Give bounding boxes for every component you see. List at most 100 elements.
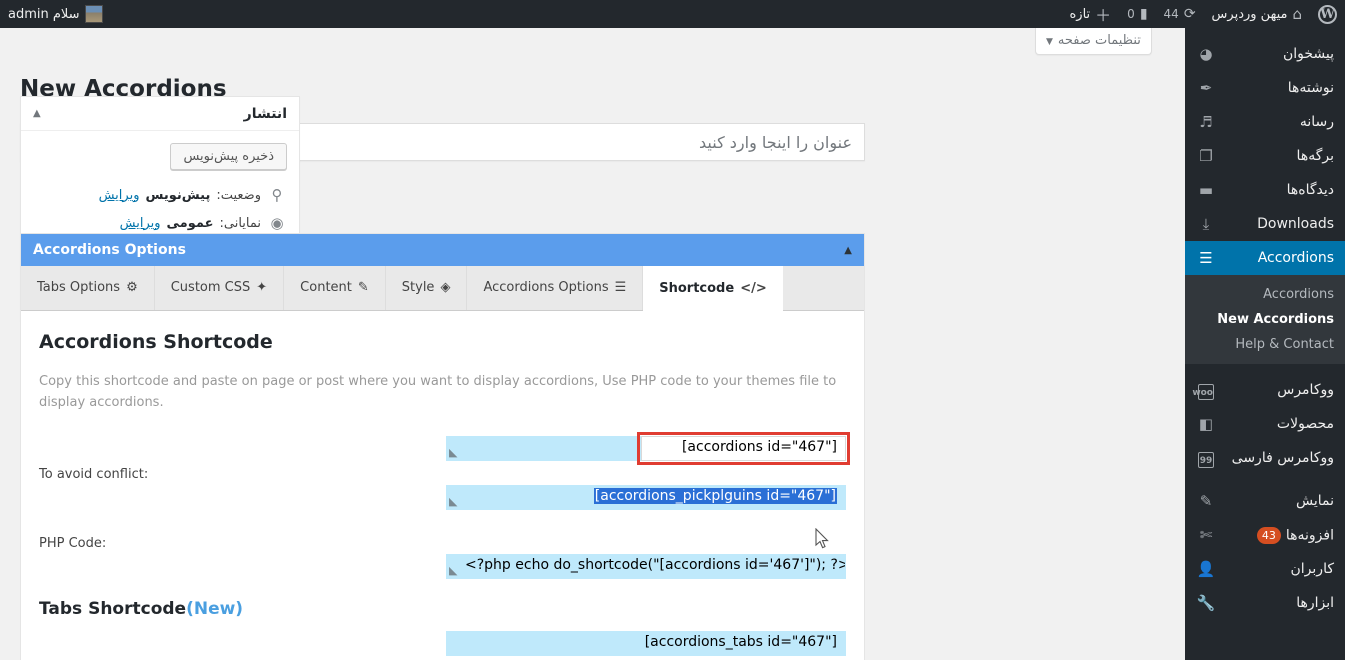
sidebar-item-tools[interactable]: ابزارها 🔧 (1185, 586, 1345, 620)
products-box-icon: ◧ (1198, 415, 1214, 433)
accordions-metabox-title: Accordions Options (33, 242, 186, 258)
comments-count: 0 (1127, 7, 1135, 21)
sidebar-item-label: دیدگاه‌ها (1286, 182, 1334, 198)
edit-square-icon: ✎ (357, 280, 369, 295)
appearance-brush-icon: ✎ (1199, 492, 1213, 510)
plugins-update-badge: 43 (1256, 526, 1281, 544)
list-icon: ☰ (614, 280, 627, 295)
admin-bar: W ⌂ میهن وردپرس ⟳ 44 ▮ 0 ＋ تازه سلام adm… (0, 0, 1345, 28)
screen-meta-links: تنظیمات صفحه ▼ (1035, 28, 1152, 55)
sidebar-item-label: برگه‌ها (1296, 148, 1334, 164)
woo-persian-icon: 99 (1196, 449, 1216, 468)
updates-count: 44 (1163, 7, 1179, 21)
tab-label: Custom CSS (170, 280, 251, 295)
edit-visibility-link[interactable]: ویرایش (120, 216, 161, 231)
shortcode-conflict-input[interactable]: ◣ [accordions_pickplguins id="467"] (446, 484, 846, 510)
sidebar-item-label: Accordions (1257, 250, 1334, 266)
tab-style[interactable]: Style ◈ (386, 265, 468, 310)
bug-icon: ✦ (256, 280, 268, 295)
sidebar-item-label: محصولات (1276, 416, 1334, 432)
sidebar-item-label: Downloads (1257, 216, 1334, 232)
sidebar-item-label: کاربران (1290, 561, 1334, 577)
shortcode-main-highlight-row: [accordions id="467"] (39, 431, 850, 465)
comments-icon: ▬ (1198, 181, 1214, 199)
sidebar-item-label: ووکامرس فارسی (1231, 450, 1334, 466)
sidebar-item-posts[interactable]: نوشته‌ها ✒ (1185, 71, 1345, 105)
tab-content[interactable]: Content ✎ (284, 265, 386, 310)
shortcode-panel-description: Copy this shortcode and paste on page or… (39, 374, 837, 411)
sidebar-item-woocommerce-persian[interactable]: ووکامرس فارسی 99 (1185, 441, 1345, 475)
sidebar-spacer-top (1185, 28, 1345, 37)
diamond-icon: ◈ (440, 280, 451, 295)
sidebar-subitem-accordions[interactable]: Accordions (1185, 282, 1345, 307)
resize-grip-icon[interactable]: ◣ (449, 564, 457, 577)
php-code-label: PHP Code: (39, 535, 107, 551)
wp-logo-menu[interactable]: W (1310, 0, 1345, 28)
plugin-icon: ✄ (1199, 526, 1213, 544)
publish-metabox-header[interactable]: انتشار ▲ (21, 97, 299, 131)
sidebar-item-label: رسانه (1299, 114, 1334, 130)
shortcode-conflict-row: ◣ [accordions_pickplguins id="467"] (39, 484, 846, 510)
avatar (84, 5, 103, 23)
my-account-menu[interactable]: سلام admin (0, 0, 111, 28)
chevron-down-icon: ▼ (1046, 37, 1053, 47)
resize-grip-icon[interactable]: ◣ (449, 495, 457, 508)
accordions-metabox-header[interactable]: ▲ Accordions Options (21, 234, 864, 266)
menu-lines-icon: ☰ (1199, 249, 1213, 267)
collapse-caret-icon[interactable]: ▲ (844, 245, 852, 256)
edit-status-link[interactable]: ویرایش (99, 188, 140, 203)
tabs-shortcode-new-tag: (New) (186, 598, 244, 619)
sidebar-item-comments[interactable]: دیدگاه‌ها ▬ (1185, 173, 1345, 207)
pin-marker-icon: ⚲ (271, 186, 283, 204)
sidebar-item-woocommerce[interactable]: ووکامرس woo (1185, 373, 1345, 407)
code-icon: </> (740, 280, 767, 296)
gears-icon: ⚙ (126, 280, 138, 295)
sidebar-item-media[interactable]: رسانه ♬ (1185, 105, 1345, 139)
new-content-menu[interactable]: ＋ تازه (1061, 0, 1119, 28)
sidebar-item-label: نمایش (1295, 493, 1334, 509)
post-visibility-value: عمومی (166, 215, 214, 231)
sidebar-item-plugins[interactable]: افزونه‌ها43 ✄ (1185, 518, 1345, 552)
save-draft-button[interactable]: ذخیره پیش‌نویس (170, 143, 287, 170)
sidebar-item-appearance[interactable]: نمایش ✎ (1185, 484, 1345, 518)
site-name-menu[interactable]: ⌂ میهن وردپرس (1204, 0, 1310, 28)
sidebar-item-products[interactable]: محصولات ◧ (1185, 407, 1345, 441)
sidebar-item-dashboard[interactable]: پیشخوان ◕ (1185, 37, 1345, 71)
sidebar-item-users[interactable]: کاربران 👤 (1185, 552, 1345, 586)
admin-bar-right-group: W ⌂ میهن وردپرس ⟳ 44 ▮ 0 ＋ تازه (1061, 0, 1345, 28)
sidebar-item-accordions[interactable]: Accordions ☰ (1185, 241, 1345, 275)
tab-label: Tabs Options (37, 280, 121, 295)
collapse-caret-icon[interactable]: ▲ (33, 108, 41, 119)
tab-shortcode[interactable]: Shortcode </> (643, 266, 783, 311)
download-icon: ⤓ (1202, 215, 1210, 233)
howdy-label: سلام admin (8, 6, 80, 22)
updates-menu[interactable]: ⟳ 44 (1156, 0, 1204, 28)
sidebar-item-pages[interactable]: برگه‌ها ❐ (1185, 139, 1345, 173)
tab-tabs-options[interactable]: Tabs Options ⚙ (21, 265, 155, 310)
tools-wrench-icon: 🔧 (1196, 594, 1216, 612)
wp-body: تنظیمات صفحه▼ New Accordions انتشار ▲ ذخ… (0, 28, 1185, 660)
shortcode-php-input[interactable]: ◣ <?php echo do_shortcode("[accordions i… (446, 553, 846, 579)
tab-custom-css[interactable]: Custom CSS ✦ (155, 265, 285, 310)
sidebar-subitem-new-accordions[interactable]: New Accordions (1185, 307, 1345, 332)
pin-icon: ✒ (1199, 79, 1213, 97)
accordions-tabs-strip: Shortcode </> Accordions Options ☰ Style… (21, 265, 864, 311)
plugins-label-text: افزونه‌ها (1285, 527, 1334, 543)
tab-accordions-options[interactable]: Accordions Options ☰ (467, 265, 644, 310)
new-content-label: تازه (1069, 6, 1091, 22)
post-status-label: وضعیت: (216, 187, 261, 203)
sidebar-subitem-help-contact[interactable]: Help & Contact (1185, 332, 1345, 357)
post-status-row: ⚲ وضعیت: پیش‌نویس ویرایش (33, 182, 287, 210)
post-visibility-label: نمایانی: (219, 215, 261, 231)
screen-options-button[interactable]: تنظیمات صفحه ▼ (1035, 28, 1152, 55)
sidebar-item-downloads[interactable]: Downloads ⤓ (1185, 207, 1345, 241)
shortcode-main-input[interactable]: [accordions id="467"] (637, 431, 850, 465)
screen-options-label: تنظیمات صفحه (1057, 33, 1141, 48)
pages-icon: ❐ (1199, 147, 1213, 165)
sidebar-item-label: ووکامرس (1277, 382, 1334, 398)
sidebar-separator-2 (1185, 475, 1345, 484)
comments-menu[interactable]: ▮ 0 (1119, 0, 1155, 28)
site-name-label: میهن وردپرس (1211, 6, 1288, 22)
eye-icon: ◉ (270, 214, 284, 232)
shortcode-tabs-input[interactable]: [accordions_tabs id="467"] (446, 630, 846, 656)
